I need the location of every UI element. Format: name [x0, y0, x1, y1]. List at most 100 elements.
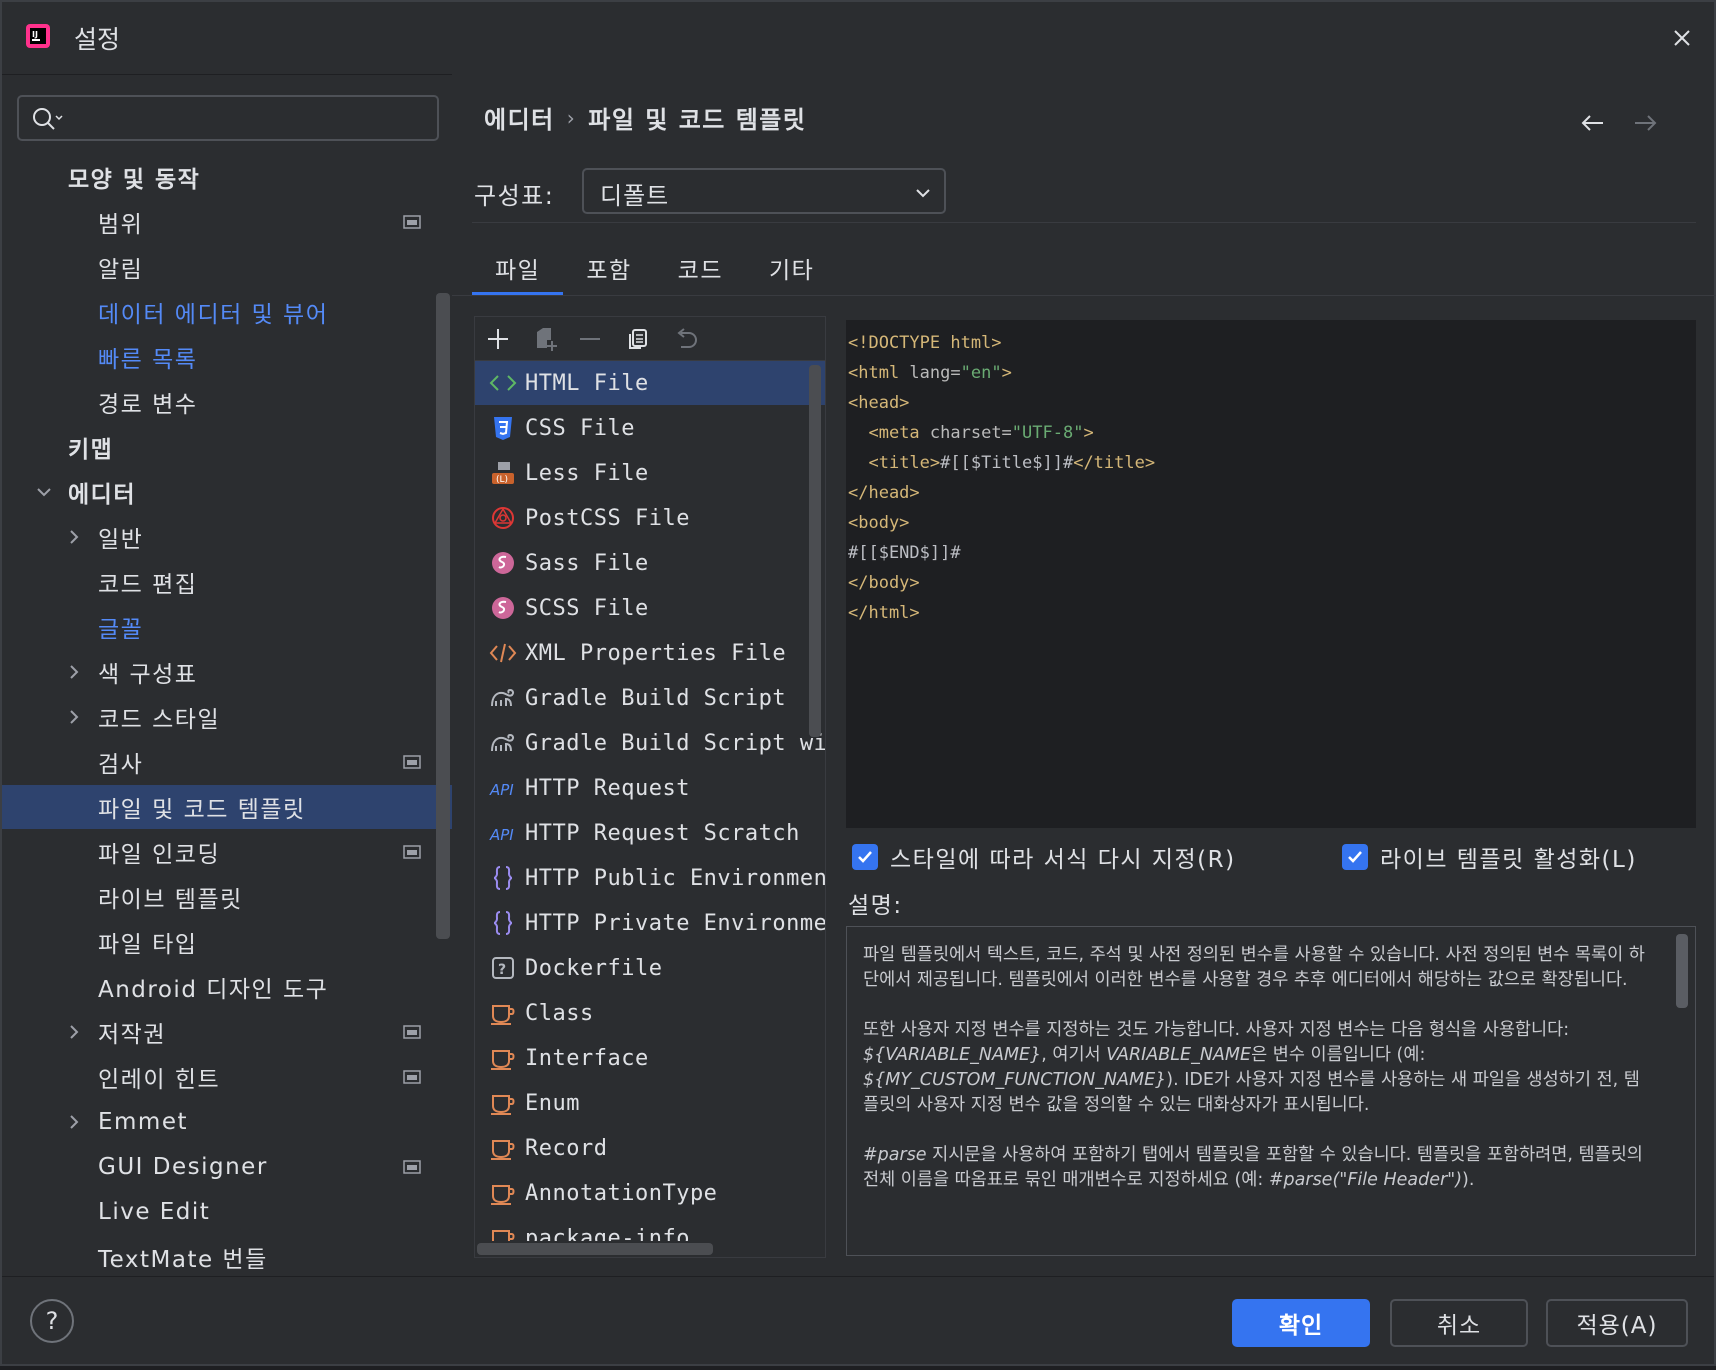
- ok-button[interactable]: 확인: [1232, 1299, 1370, 1347]
- code-line: <meta charset="UTF-8">: [848, 418, 1696, 448]
- description-code: VARIABLE_NAME: [1106, 1045, 1252, 1065]
- scheme-dropdown[interactable]: 디폴트: [582, 168, 946, 214]
- java-icon: [489, 1224, 517, 1241]
- template-list-item[interactable]: HTTP Public Environment F: [475, 856, 825, 900]
- sidebar-item-inlay-hints[interactable]: 인레이 힌트: [2, 1055, 452, 1099]
- sidebar-item-notifications[interactable]: 알림: [2, 245, 452, 289]
- add-template-button[interactable]: [483, 324, 513, 354]
- sidebar-item-live-templates[interactable]: 라이브 템플릿: [2, 875, 452, 919]
- template-name: Record: [525, 1135, 608, 1161]
- sidebar-item-inspections[interactable]: 검사: [2, 740, 452, 784]
- sidebar-item-label: 코드 편집: [98, 572, 198, 598]
- sidebar-item-copyright[interactable]: 저작권: [2, 1010, 452, 1054]
- template-list-item[interactable]: Record: [475, 1126, 825, 1170]
- template-list-item[interactable]: XML Properties File: [475, 631, 825, 675]
- live-templates-label: 라이브 템플릿 활성화(L): [1380, 847, 1637, 873]
- reformat-checkbox[interactable]: 스타일에 따라 서식 다시 지정(R): [852, 840, 1236, 874]
- project-level-icon: [403, 1160, 421, 1174]
- apply-button[interactable]: 적용(A): [1546, 1299, 1688, 1347]
- template-list-item[interactable]: API HTTP Request Scratch: [475, 811, 825, 855]
- description-scrollbar[interactable]: [1676, 934, 1688, 1008]
- sidebar-item-quick-lists[interactable]: 빠른 목록: [2, 335, 452, 379]
- template-list-item[interactable]: HTML File: [475, 361, 825, 405]
- live-templates-checkbox[interactable]: 라이브 템플릿 활성화(L): [1342, 840, 1637, 874]
- sidebar-item-file-code-templates[interactable]: 파일 및 코드 템플릿: [2, 785, 452, 829]
- forward-button[interactable]: [1630, 108, 1660, 138]
- sidebar-item-android-design-tools[interactable]: Android 디자인 도구: [2, 965, 452, 1009]
- sidebar-item-general[interactable]: 일반: [2, 515, 452, 559]
- tab-code[interactable]: 코드: [655, 240, 746, 296]
- reset-template-button[interactable]: [671, 324, 701, 354]
- checkbox-checked[interactable]: [1342, 844, 1368, 870]
- sidebar-item-gui-designer[interactable]: GUI Designer: [2, 1145, 452, 1189]
- chevron-right-icon[interactable]: [64, 662, 84, 682]
- code-token: <title>: [868, 453, 941, 473]
- sidebar-item-code-editing[interactable]: 코드 편집: [2, 560, 452, 604]
- template-list-item[interactable]: Class: [475, 991, 825, 1035]
- java-icon: [489, 1134, 517, 1162]
- sidebar-item-emmet[interactable]: Emmet: [2, 1100, 452, 1144]
- template-list-item[interactable]: API HTTP Request: [475, 766, 825, 810]
- template-list-item[interactable]: package-info: [475, 1216, 825, 1241]
- checkbox-checked[interactable]: [852, 844, 878, 870]
- sidebar-item-file-encodings[interactable]: 파일 인코딩: [2, 830, 452, 874]
- sass-icon: [489, 549, 517, 577]
- chevron-right-icon[interactable]: [64, 1112, 84, 1132]
- sidebar-item-live-edit[interactable]: Live Edit: [2, 1190, 452, 1234]
- cancel-button[interactable]: 취소: [1390, 1299, 1528, 1347]
- template-list-item[interactable]: PostCSS File: [475, 496, 825, 540]
- sidebar-item-textmate-bundles[interactable]: TextMate 번들: [2, 1235, 452, 1279]
- template-list-item[interactable]: Gradle Build Script with: [475, 721, 825, 765]
- copy-template-button[interactable]: [623, 324, 653, 354]
- tree-scrollbar[interactable]: [436, 293, 450, 939]
- sidebar-item-label: Android 디자인 도구: [98, 977, 329, 1003]
- code-line: <title>#[[$Title$]]#</title>: [848, 448, 1696, 478]
- template-list-item[interactable]: SCSS File: [475, 586, 825, 630]
- remove-template-button[interactable]: [575, 324, 605, 354]
- chevron-right-icon[interactable]: [64, 527, 84, 547]
- tab-includes[interactable]: 포함: [563, 240, 654, 296]
- sidebar-item-font[interactable]: 글꼴: [2, 605, 452, 649]
- chevron-right-icon[interactable]: [64, 1022, 84, 1042]
- search-input[interactable]: [69, 101, 429, 135]
- search-box[interactable]: [17, 95, 439, 141]
- tab-files[interactable]: 파일: [472, 240, 564, 296]
- sidebar-item-label: TextMate 번들: [98, 1247, 268, 1273]
- breadcrumb-parent[interactable]: 에디터: [484, 100, 555, 135]
- sidebar-item-scopes[interactable]: 범위: [2, 200, 452, 244]
- sidebar-item-code-style[interactable]: 코드 스타일: [2, 695, 452, 739]
- template-list-item[interactable]: (L) Less File: [475, 451, 825, 495]
- sidebar-item-keymap[interactable]: 키맵: [2, 425, 452, 469]
- description-panel: 파일 템플릿에서 텍스트, 코드, 주석 및 사전 정의된 변수를 사용할 수 …: [846, 926, 1696, 1256]
- template-list-vscrollbar[interactable]: [809, 365, 821, 737]
- tab-other[interactable]: 기타: [746, 240, 837, 296]
- template-name: HTML File: [525, 370, 649, 396]
- chevron-right-icon[interactable]: [64, 707, 84, 727]
- description-text: ).: [1462, 1170, 1475, 1190]
- sidebar-item-path-variables[interactable]: 경로 변수: [2, 380, 452, 424]
- scheme-label: 구성표:: [474, 182, 555, 210]
- template-list-hscrollbar[interactable]: [477, 1243, 713, 1255]
- close-button[interactable]: [1664, 20, 1700, 56]
- create-child-template-button[interactable]: [531, 324, 561, 354]
- sidebar-item-data-editor[interactable]: 데이터 에디터 및 뷰어: [2, 290, 452, 334]
- template-list-item[interactable]: ? Dockerfile: [475, 946, 825, 990]
- template-code-editor[interactable]: <!DOCTYPE html> <html lang="en"> <head> <m…: [846, 320, 1696, 828]
- back-button[interactable]: [1578, 108, 1608, 138]
- gradle-icon: [489, 684, 517, 712]
- template-list-item[interactable]: Enum: [475, 1081, 825, 1125]
- template-list-item[interactable]: HTTP Private Environment: [475, 901, 825, 945]
- chevron-down-icon[interactable]: [34, 482, 54, 502]
- template-list-item[interactable]: Gradle Build Script: [475, 676, 825, 720]
- sidebar-item-appearance[interactable]: 모양 및 동작: [2, 155, 452, 199]
- template-list-item[interactable]: CSS File: [475, 406, 825, 450]
- sidebar-item-editor[interactable]: 에디터: [2, 470, 452, 514]
- sidebar-item-color-scheme[interactable]: 색 구성표: [2, 650, 452, 694]
- template-list-item[interactable]: AnnotationType: [475, 1171, 825, 1215]
- template-name: XML Properties File: [525, 640, 787, 666]
- java-icon: [489, 999, 517, 1027]
- template-list-item[interactable]: Interface: [475, 1036, 825, 1080]
- template-list-item[interactable]: Sass File: [475, 541, 825, 585]
- help-button[interactable]: ?: [30, 1299, 74, 1343]
- sidebar-item-file-types[interactable]: 파일 타입: [2, 920, 452, 964]
